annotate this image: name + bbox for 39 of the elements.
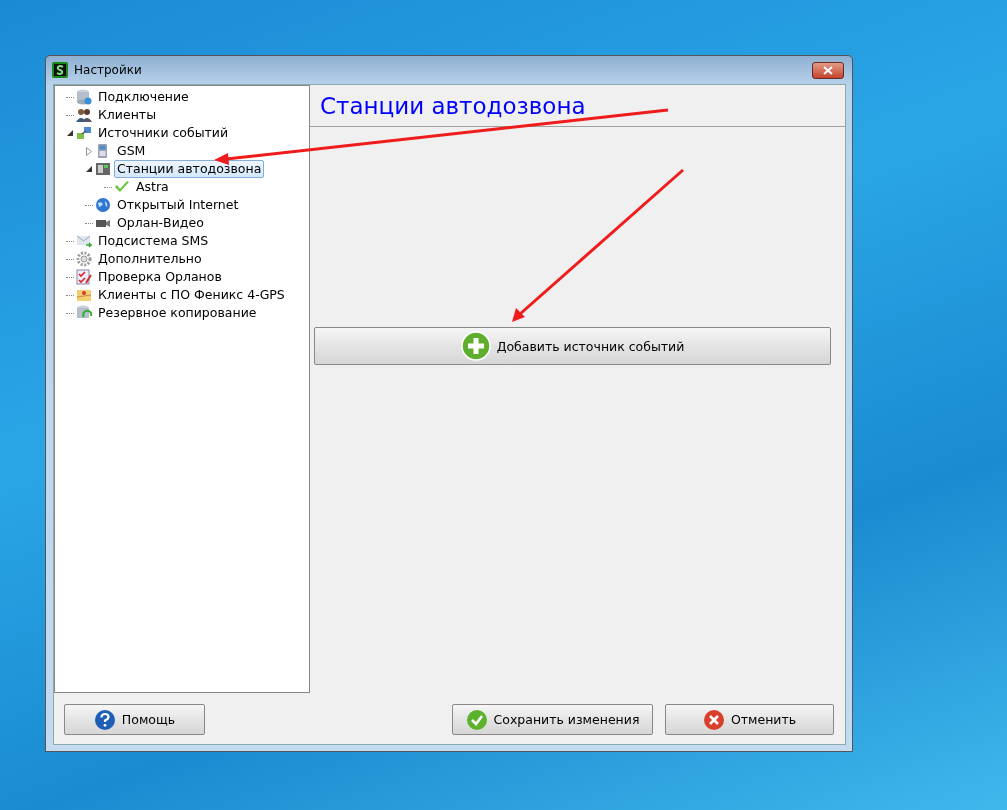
map-icon xyxy=(76,287,92,303)
add-event-source-button[interactable]: Добавить источник событий xyxy=(314,327,831,365)
tree-item[interactable]: Открытый Internet xyxy=(114,196,242,214)
tree-item[interactable]: GSM xyxy=(114,142,149,160)
tree-item[interactable]: Станции автодозвона xyxy=(114,160,265,178)
tree-item[interactable]: Резервное копирование xyxy=(95,304,260,322)
help-icon xyxy=(93,708,116,731)
close-icon xyxy=(823,65,833,75)
tree-item[interactable]: Подключение xyxy=(95,88,192,106)
close-button[interactable] xyxy=(812,61,844,79)
people-icon xyxy=(76,107,92,123)
tree-item[interactable]: Проверка Орланов xyxy=(95,268,225,286)
station-icon xyxy=(95,161,111,177)
tree-item[interactable]: Дополнительно xyxy=(95,250,205,268)
expanded-arrow-icon[interactable] xyxy=(66,129,74,137)
help-button[interactable]: Помощь xyxy=(64,704,205,735)
cancel-button[interactable]: Отменить xyxy=(665,704,834,735)
close-icon xyxy=(702,708,725,731)
gear-icon xyxy=(76,251,92,267)
globe-icon xyxy=(95,197,111,213)
tree-item[interactable]: Astra xyxy=(133,178,172,196)
window-title: Настройки xyxy=(74,63,142,77)
tree-item[interactable]: Орлан-Видео xyxy=(114,214,207,232)
tree-item[interactable]: Клиенты xyxy=(95,106,159,124)
tree-item[interactable]: Источники событий xyxy=(95,124,232,142)
tree-item[interactable]: Клиенты с ПО Феникс 4-GPS xyxy=(95,286,288,304)
save-button[interactable]: Сохранить изменения xyxy=(452,704,653,735)
plus-icon xyxy=(460,331,491,361)
section-heading: Станции автодозвона xyxy=(320,92,586,119)
mail-icon xyxy=(76,233,92,249)
database-icon xyxy=(76,89,92,105)
check-icon xyxy=(465,708,488,731)
expanded-arrow-icon[interactable] xyxy=(85,165,93,173)
plug-icon xyxy=(76,125,92,141)
tree-item[interactable]: Подсистема SMS xyxy=(95,232,212,250)
collapsed-arrow-icon[interactable] xyxy=(85,146,93,156)
backup-icon xyxy=(76,305,92,321)
app-logo-icon xyxy=(52,62,68,78)
checklist-icon xyxy=(76,269,92,285)
